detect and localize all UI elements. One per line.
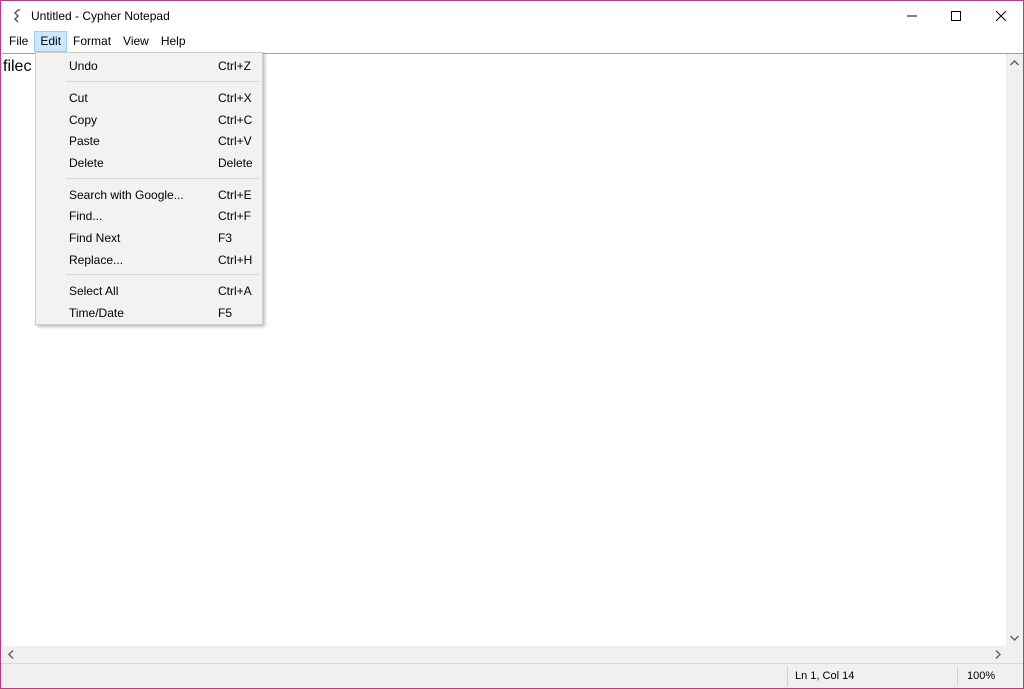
menu-item-label: Paste <box>69 134 100 148</box>
close-icon <box>995 11 1006 21</box>
menu-item-label: Delete <box>69 156 104 170</box>
notepad-app-icon <box>11 9 23 23</box>
menu-item-delete[interactable]: Delete Delete <box>38 153 260 173</box>
app-window: Untitled - Cypher Notepad File Edit Form… <box>0 0 1024 689</box>
menu-item-shortcut: Ctrl+F <box>218 209 251 223</box>
scroll-down-arrow-icon[interactable] <box>1006 629 1023 646</box>
menu-item-shortcut: Delete <box>218 156 253 170</box>
editor-content: filec <box>3 58 32 75</box>
status-separator <box>787 666 788 686</box>
menu-item-time-date[interactable]: Time/Date F5 <box>38 303 260 323</box>
menu-item-shortcut: Ctrl+A <box>218 284 252 298</box>
menu-item-shortcut: Ctrl+V <box>218 134 252 148</box>
window-title: Untitled - Cypher Notepad <box>31 9 170 23</box>
scroll-right-arrow-icon[interactable] <box>989 646 1006 663</box>
menu-item-search-with-google[interactable]: Search with Google... Ctrl+E <box>38 185 260 205</box>
maximize-icon <box>950 11 961 21</box>
menu-item-shortcut: Ctrl+C <box>218 113 253 127</box>
menu-item-copy[interactable]: Copy Ctrl+C <box>38 110 260 130</box>
status-separator <box>957 666 958 686</box>
menu-item-label: Copy <box>69 113 98 127</box>
menu-item-shortcut: F5 <box>218 306 233 320</box>
menu-item-label: Find... <box>69 209 103 223</box>
status-bar: Ln 1, Col 14 100% <box>1 663 1023 688</box>
menu-item-shortcut: Ctrl+E <box>218 188 252 202</box>
menu-item-label: Cut <box>69 91 88 105</box>
close-button[interactable] <box>978 1 1023 31</box>
menu-item-paste[interactable]: Paste Ctrl+V <box>38 131 260 151</box>
menu-format[interactable]: Format <box>67 31 117 52</box>
menu-item-shortcut: Ctrl+X <box>218 91 252 105</box>
menu-item-find-next[interactable]: Find Next F3 <box>38 228 260 248</box>
vertical-scrollbar[interactable] <box>1006 53 1023 646</box>
maximize-button[interactable] <box>933 1 978 31</box>
menu-file[interactable]: File <box>3 31 34 52</box>
menu-item-shortcut: Ctrl+Z <box>218 59 251 73</box>
minimize-button[interactable] <box>889 1 934 31</box>
menu-item-label: Select All <box>69 284 119 298</box>
scroll-up-arrow-icon[interactable] <box>1006 54 1023 71</box>
menu-item-label: Replace... <box>69 253 124 267</box>
menu-item-cut[interactable]: Cut Ctrl+X <box>38 88 260 108</box>
title-bar[interactable]: Untitled - Cypher Notepad <box>1 1 1023 31</box>
menu-item-replace[interactable]: Replace... Ctrl+H <box>38 250 260 270</box>
menu-edit[interactable]: Edit <box>34 31 68 52</box>
menu-item-find[interactable]: Find... Ctrl+F <box>38 206 260 226</box>
menu-item-shortcut: Ctrl+H <box>218 253 253 267</box>
zoom-level: 100% <box>967 670 996 682</box>
menu-item-label: Search with Google... <box>69 188 184 202</box>
scroll-left-arrow-icon[interactable] <box>2 646 19 663</box>
menu-item-label: Undo <box>69 59 98 73</box>
menu-separator <box>66 81 259 82</box>
menu-item-label: Find Next <box>69 231 121 245</box>
menu-help[interactable]: Help <box>155 31 192 52</box>
menu-view[interactable]: View <box>117 31 155 52</box>
menu-item-label: Time/Date <box>69 306 124 320</box>
minimize-icon <box>906 15 917 17</box>
horizontal-scrollbar[interactable] <box>2 646 1006 663</box>
menu-separator <box>66 178 259 179</box>
cursor-position: Ln 1, Col 14 <box>795 670 855 682</box>
menu-bar: File Edit Format View Help <box>1 31 1023 52</box>
edit-dropdown-menu: Undo Ctrl+Z Cut Ctrl+X Copy Ctrl+C Paste… <box>35 52 263 325</box>
menu-item-select-all[interactable]: Select All Ctrl+A <box>38 281 260 301</box>
menu-item-undo[interactable]: Undo Ctrl+Z <box>38 56 260 76</box>
menu-item-shortcut: F3 <box>218 231 233 245</box>
scrollbar-corner <box>1006 646 1023 663</box>
menu-separator <box>66 274 259 275</box>
